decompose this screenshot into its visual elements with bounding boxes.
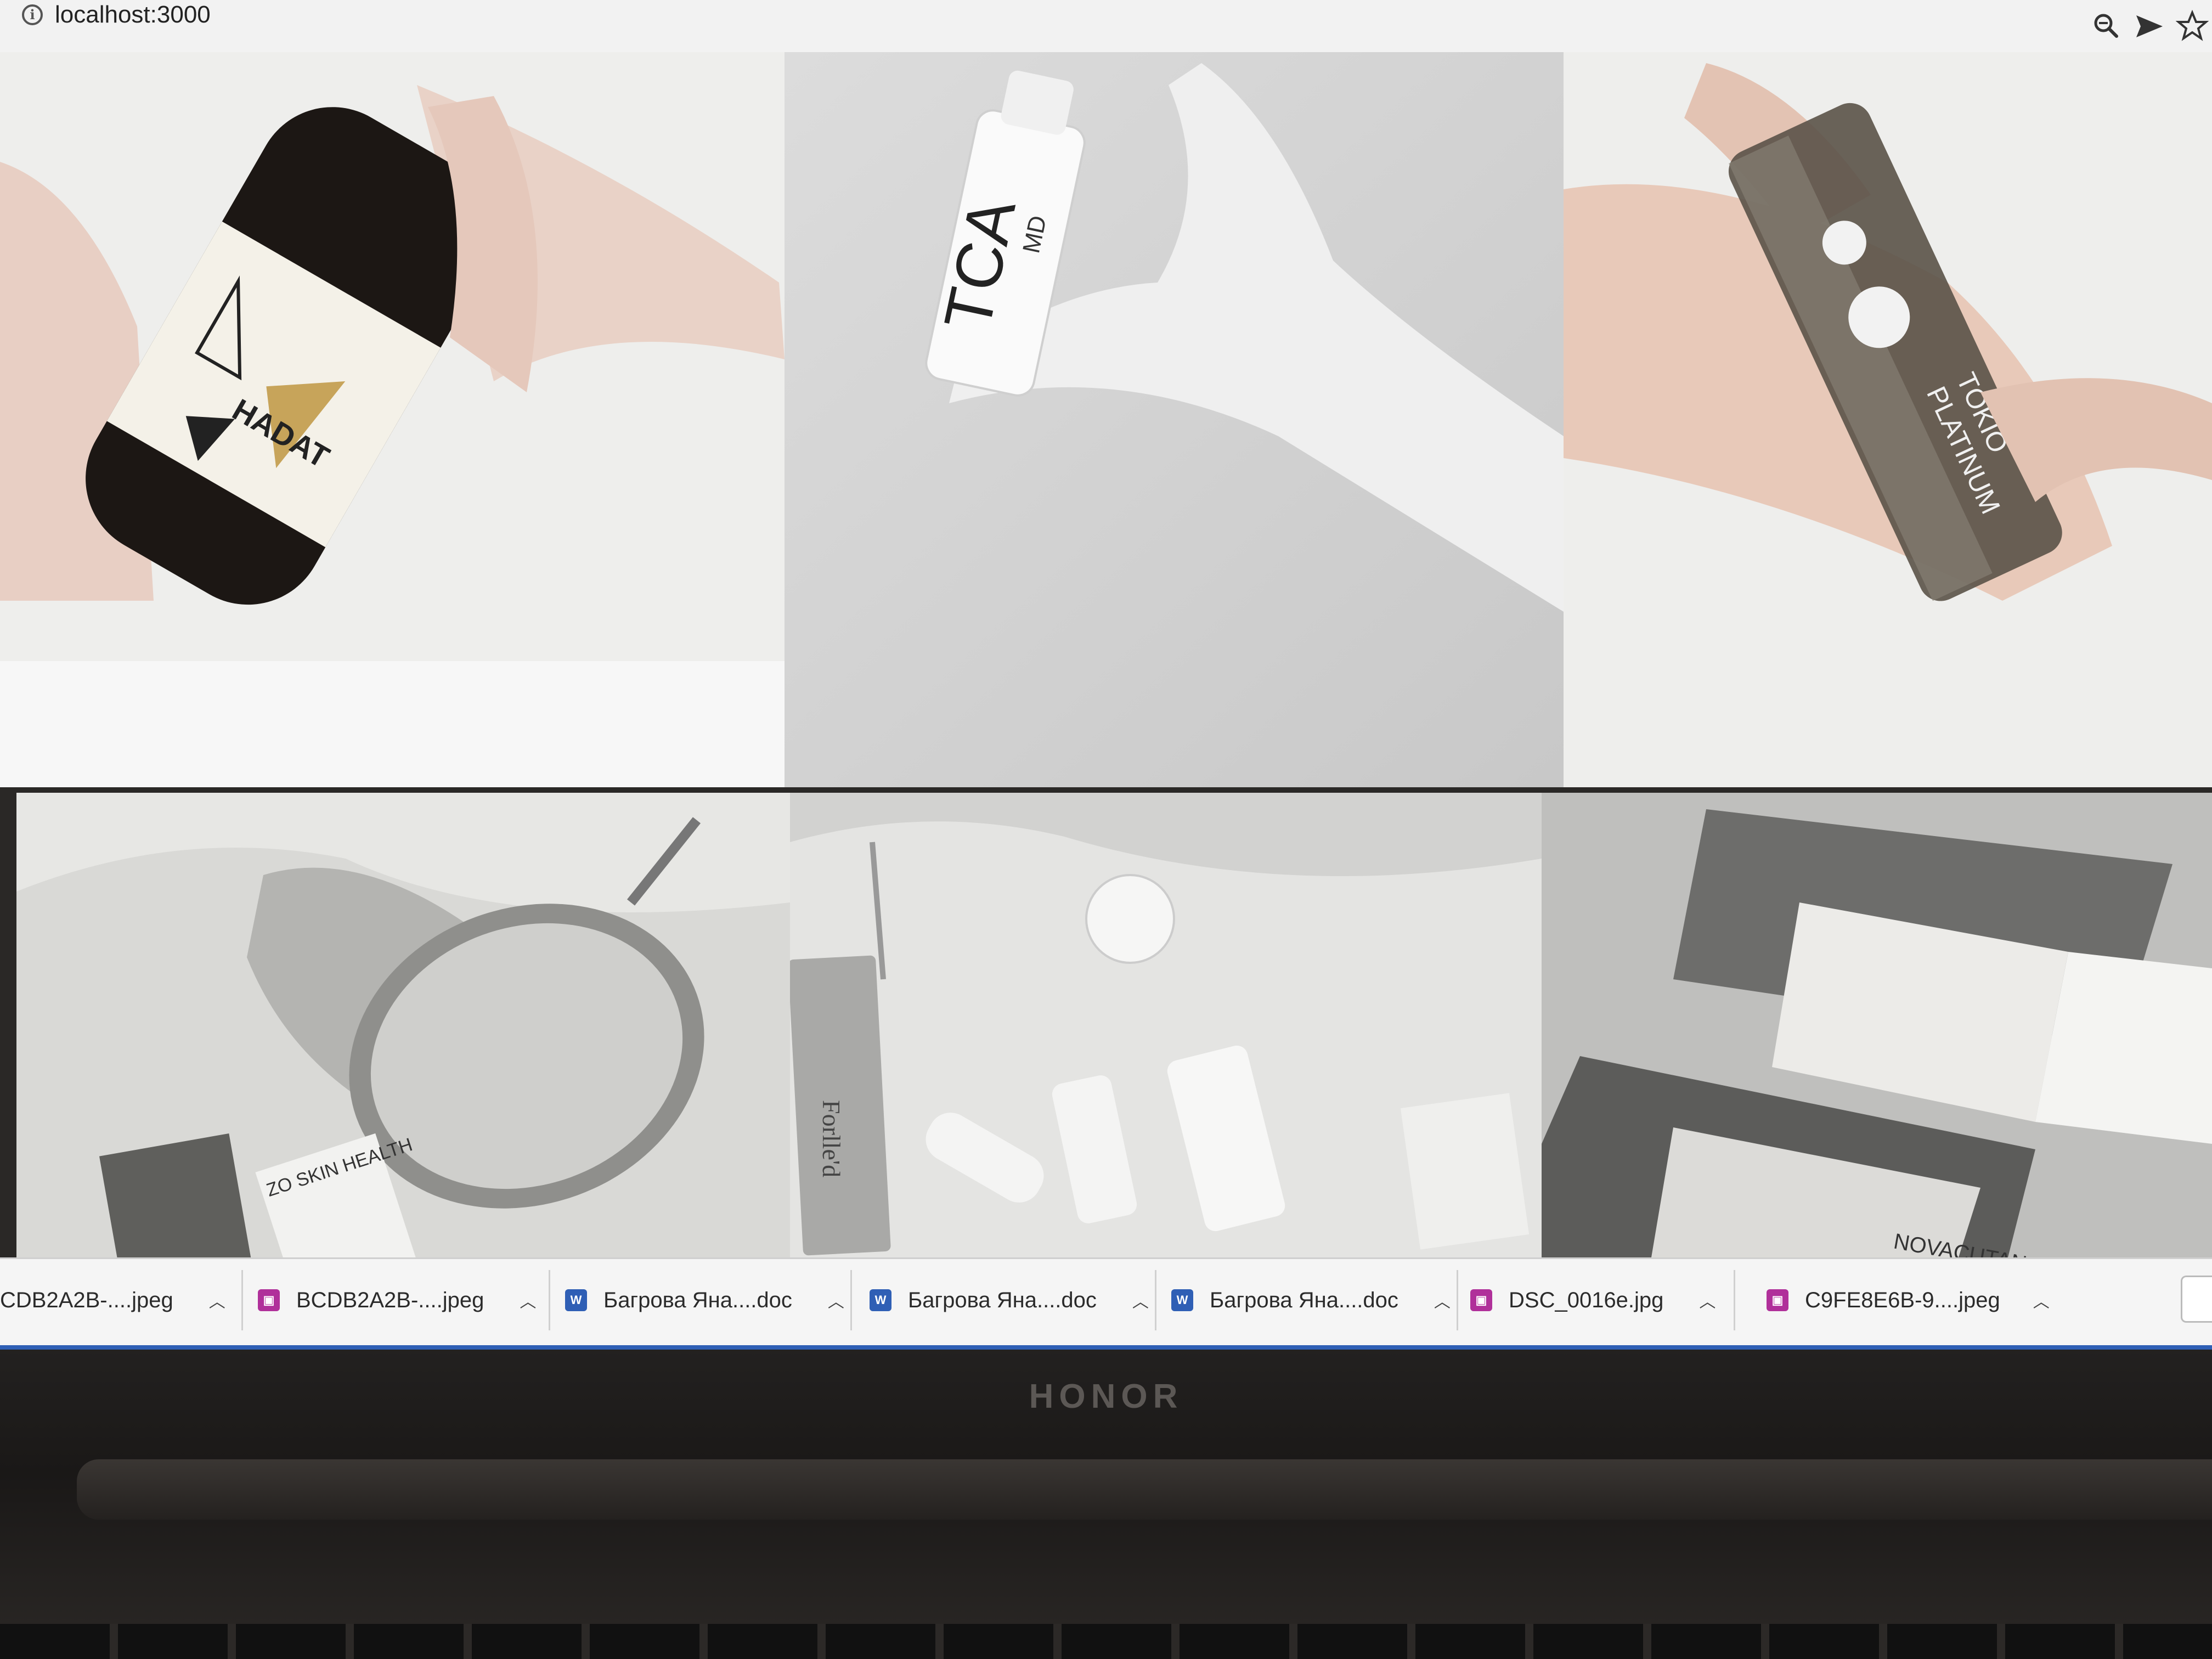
bookmark-star-icon[interactable] <box>2176 10 2209 43</box>
chevron-up-icon[interactable]: ︿ <box>1130 1288 1152 1312</box>
download-file-name: DSC_0016e.jpg <box>1509 1288 1664 1312</box>
downloads-bar: CDB2A2B-....jpeg ︿ ▣ BCDB2A2B-....jpeg ︿… <box>0 1257 2212 1347</box>
download-file-name: Багрова Яна....doc <box>1210 1288 1398 1312</box>
chevron-up-icon[interactable]: ︿ <box>1696 1288 1718 1312</box>
chevron-up-icon[interactable]: ︿ <box>825 1288 847 1312</box>
download-file-name: CDB2A2B-....jpeg <box>0 1288 173 1312</box>
laptop-brand-logo: HONOR <box>1029 1378 1183 1415</box>
download-item[interactable]: W Багрова Яна....doc ︿ <box>565 1270 852 1330</box>
download-item[interactable]: ▣ BCDB2A2B-....jpeg ︿ <box>258 1270 550 1330</box>
download-file-name: BCDB2A2B-....jpeg <box>296 1288 484 1312</box>
grid-gap <box>0 661 785 787</box>
image-file-icon: ▣ <box>1470 1289 1492 1311</box>
laptop-hinge <box>77 1459 2212 1520</box>
image-file-icon: ▣ <box>258 1289 280 1311</box>
tile-novacutan-boxes[interactable]: NOVACUTAN <box>1542 793 2212 1257</box>
download-file-name: Багрова Яна....doc <box>908 1288 1097 1312</box>
chevron-up-icon[interactable]: ︿ <box>2033 1288 2050 1312</box>
download-item[interactable]: W Багрова Яна....doc ︿ <box>870 1270 1156 1330</box>
doc-file-icon: W <box>870 1289 891 1311</box>
tile-hadat-bottle[interactable]: HADAT <box>0 52 785 661</box>
download-file-name: C9FE8E6B-9....jpeg <box>1805 1288 2000 1312</box>
tile-forlled-products[interactable]: Forlle'd <box>790 793 1542 1257</box>
chevron-up-icon[interactable]: ︿ <box>206 1288 228 1312</box>
info-icon[interactable]: i <box>22 4 43 25</box>
taskbar-accent-line <box>0 1345 2212 1350</box>
doc-file-icon: W <box>1171 1289 1193 1311</box>
show-all-downloads-button[interactable] <box>2181 1276 2212 1323</box>
chevron-up-icon[interactable]: ︿ <box>1431 1288 1453 1312</box>
download-file-name: Багрова Яна....doc <box>603 1288 792 1312</box>
url-text[interactable]: localhost:3000 <box>55 1 211 29</box>
download-item[interactable]: ▣ DSC_0016e.jpg ︿ <box>1470 1270 1735 1330</box>
send-icon[interactable] <box>2133 10 2166 43</box>
download-item[interactable]: W Багрова Яна....doc ︿ <box>1171 1270 1458 1330</box>
image-file-icon: ▣ <box>1767 1289 1788 1311</box>
tile-mirror-zo-skin[interactable]: ZO SKIN HEALTH <box>16 793 790 1257</box>
zoom-out-icon[interactable] <box>2090 10 2123 43</box>
chevron-up-icon[interactable]: ︿ <box>517 1288 539 1312</box>
tile-tca-gloved-hand[interactable]: TCA MD <box>785 52 1564 787</box>
forlled-label: Forlle'd <box>817 1100 845 1177</box>
tile-tokio-platinum[interactable]: TOKIO PLATINUM <box>1564 52 2212 787</box>
download-item[interactable]: ▣ C9FE8E6B-9....jpeg ︿ <box>1767 1270 2050 1330</box>
download-item[interactable]: CDB2A2B-....jpeg ︿ <box>0 1270 243 1330</box>
browser-address-bar: i localhost:3000 <box>0 0 2212 53</box>
doc-file-icon: W <box>565 1289 587 1311</box>
laptop-keyboard-edge <box>0 1624 2212 1659</box>
